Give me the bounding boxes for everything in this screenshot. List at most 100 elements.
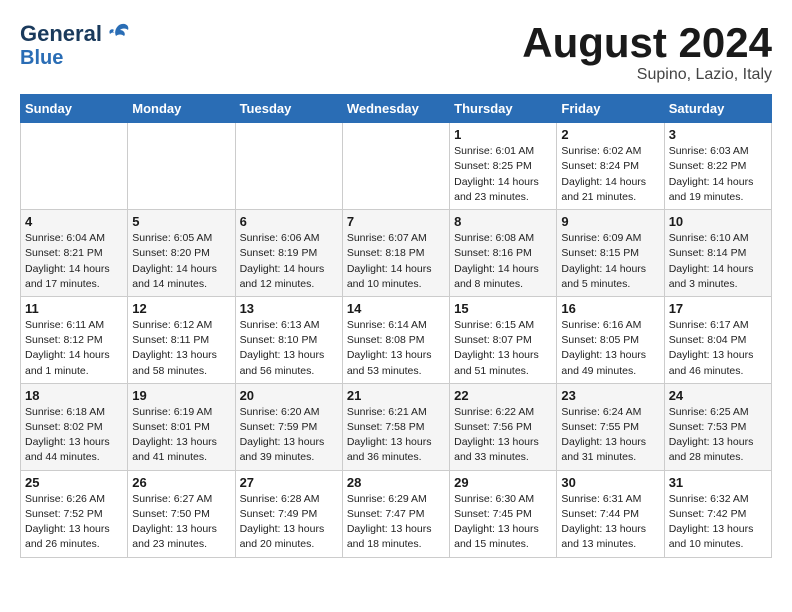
calendar-cell: 2Sunrise: 6:02 AM Sunset: 8:24 PM Daylig… — [557, 123, 664, 210]
day-number: 30 — [561, 475, 659, 490]
day-info: Sunrise: 6:01 AM Sunset: 8:25 PM Dayligh… — [454, 144, 552, 205]
weekday-header-friday: Friday — [557, 95, 664, 123]
day-number: 3 — [669, 127, 767, 142]
day-info: Sunrise: 6:21 AM Sunset: 7:58 PM Dayligh… — [347, 405, 445, 466]
calendar-cell: 25Sunrise: 6:26 AM Sunset: 7:52 PM Dayli… — [21, 470, 128, 557]
day-number: 11 — [25, 301, 123, 316]
day-info: Sunrise: 6:24 AM Sunset: 7:55 PM Dayligh… — [561, 405, 659, 466]
calendar-week-row: 11 Sunrise: 6:11 AM Sunset: 8:12 PM Dayli… — [21, 296, 772, 383]
day-info: Sunrise: 6:07 AM Sunset: 8:18 PM Dayligh… — [347, 231, 445, 292]
calendar-cell: 5 Sunrise: 6:05 AM Sunset: 8:20 PM Daylig… — [128, 210, 235, 297]
day-info: Sunrise: 6:31 AM Sunset: 7:44 PM Dayligh… — [561, 492, 659, 553]
day-number: 24 — [669, 388, 767, 403]
day-number: 12 — [132, 301, 230, 316]
calendar-cell: 19 Sunrise: 6:19 AM Sunset: 8:01 PM Dayli… — [128, 383, 235, 470]
day-number: 5 — [132, 214, 230, 229]
calendar-cell: 28 Sunrise: 6:29 AM Sunset: 7:47 PM Dayli… — [342, 470, 449, 557]
day-info: Sunrise: 6:09 AM Sunset: 8:15 PM Dayligh… — [561, 231, 659, 292]
day-number: 13 — [240, 301, 338, 316]
day-number: 17 — [669, 301, 767, 316]
day-number: 15 — [454, 301, 552, 316]
calendar-cell: 11 Sunrise: 6:11 AM Sunset: 8:12 PM Dayli… — [21, 296, 128, 383]
day-number: 21 — [347, 388, 445, 403]
calendar-cell: 7 Sunrise: 6:07 AM Sunset: 8:18 PM Daylig… — [342, 210, 449, 297]
calendar-cell: 8 Sunrise: 6:08 AM Sunset: 8:16 PM Daylig… — [450, 210, 557, 297]
day-info: Sunrise: 6:18 AM Sunset: 8:02 PM Dayligh… — [25, 405, 123, 466]
page-header: General Blue August 2024 Supino, Lazio, … — [20, 20, 772, 84]
day-number: 8 — [454, 214, 552, 229]
calendar-cell — [21, 123, 128, 210]
calendar-cell: 16Sunrise: 6:16 AM Sunset: 8:05 PM Dayli… — [557, 296, 664, 383]
calendar-header-row: SundayMondayTuesdayWednesdayThursdayFrid… — [21, 95, 772, 123]
day-info: Sunrise: 6:05 AM Sunset: 8:20 PM Dayligh… — [132, 231, 230, 292]
day-number: 29 — [454, 475, 552, 490]
calendar-cell — [235, 123, 342, 210]
calendar-cell: 3 Sunrise: 6:03 AM Sunset: 8:22 PM Daylig… — [664, 123, 771, 210]
calendar-cell: 10 Sunrise: 6:10 AM Sunset: 8:14 PM Dayli… — [664, 210, 771, 297]
calendar-cell: 24 Sunrise: 6:25 AM Sunset: 7:53 PM Dayli… — [664, 383, 771, 470]
calendar-cell: 1 Sunrise: 6:01 AM Sunset: 8:25 PM Daylig… — [450, 123, 557, 210]
weekday-header-wednesday: Wednesday — [342, 95, 449, 123]
day-number: 1 — [454, 127, 552, 142]
day-number: 4 — [25, 214, 123, 229]
day-info: Sunrise: 6:28 AM Sunset: 7:49 PM Dayligh… — [240, 492, 338, 553]
day-info: Sunrise: 6:19 AM Sunset: 8:01 PM Dayligh… — [132, 405, 230, 466]
day-info: Sunrise: 6:03 AM Sunset: 8:22 PM Dayligh… — [669, 144, 767, 205]
calendar-week-row: 4 Sunrise: 6:04 AM Sunset: 8:21 PM Daylig… — [21, 210, 772, 297]
day-info: Sunrise: 6:25 AM Sunset: 7:53 PM Dayligh… — [669, 405, 767, 466]
day-number: 25 — [25, 475, 123, 490]
calendar-cell: 22 Sunrise: 6:22 AM Sunset: 7:56 PM Dayli… — [450, 383, 557, 470]
weekday-header-monday: Monday — [128, 95, 235, 123]
day-number: 7 — [347, 214, 445, 229]
calendar-cell: 12 Sunrise: 6:12 AM Sunset: 8:11 PM Dayli… — [128, 296, 235, 383]
calendar-table: SundayMondayTuesdayWednesdayThursdayFrid… — [20, 94, 772, 557]
day-info: Sunrise: 6:08 AM Sunset: 8:16 PM Dayligh… — [454, 231, 552, 292]
calendar-cell: 17 Sunrise: 6:17 AM Sunset: 8:04 PM Dayli… — [664, 296, 771, 383]
day-number: 31 — [669, 475, 767, 490]
day-info: Sunrise: 6:29 AM Sunset: 7:47 PM Dayligh… — [347, 492, 445, 553]
day-number: 22 — [454, 388, 552, 403]
calendar-cell: 14 Sunrise: 6:14 AM Sunset: 8:08 PM Dayli… — [342, 296, 449, 383]
month-title: August 2024 — [522, 20, 772, 66]
calendar-cell: 21 Sunrise: 6:21 AM Sunset: 7:58 PM Dayli… — [342, 383, 449, 470]
calendar-cell: 27Sunrise: 6:28 AM Sunset: 7:49 PM Dayli… — [235, 470, 342, 557]
day-number: 19 — [132, 388, 230, 403]
weekday-header-tuesday: Tuesday — [235, 95, 342, 123]
weekday-header-saturday: Saturday — [664, 95, 771, 123]
day-number: 26 — [132, 475, 230, 490]
day-number: 9 — [561, 214, 659, 229]
day-info: Sunrise: 6:10 AM Sunset: 8:14 PM Dayligh… — [669, 231, 767, 292]
day-number: 16 — [561, 301, 659, 316]
day-number: 28 — [347, 475, 445, 490]
day-info: Sunrise: 6:27 AM Sunset: 7:50 PM Dayligh… — [132, 492, 230, 553]
day-info: Sunrise: 6:04 AM Sunset: 8:21 PM Dayligh… — [25, 231, 123, 292]
calendar-cell — [342, 123, 449, 210]
calendar-cell: 15 Sunrise: 6:15 AM Sunset: 8:07 PM Dayli… — [450, 296, 557, 383]
day-info: Sunrise: 6:15 AM Sunset: 8:07 PM Dayligh… — [454, 318, 552, 379]
calendar-week-row: 18Sunrise: 6:18 AM Sunset: 8:02 PM Dayli… — [21, 383, 772, 470]
day-number: 23 — [561, 388, 659, 403]
calendar-cell: 30 Sunrise: 6:31 AM Sunset: 7:44 PM Dayli… — [557, 470, 664, 557]
location: Supino, Lazio, Italy — [522, 66, 772, 84]
calendar-cell: 18Sunrise: 6:18 AM Sunset: 8:02 PM Dayli… — [21, 383, 128, 470]
day-info: Sunrise: 6:20 AM Sunset: 7:59 PM Dayligh… — [240, 405, 338, 466]
day-info: Sunrise: 6:14 AM Sunset: 8:08 PM Dayligh… — [347, 318, 445, 379]
day-info: Sunrise: 6:17 AM Sunset: 8:04 PM Dayligh… — [669, 318, 767, 379]
logo-text-blue: Blue — [20, 48, 63, 68]
calendar-cell: 9 Sunrise: 6:09 AM Sunset: 8:15 PM Daylig… — [557, 210, 664, 297]
logo-bird-icon — [104, 20, 132, 48]
day-info: Sunrise: 6:12 AM Sunset: 8:11 PM Dayligh… — [132, 318, 230, 379]
calendar-cell: 26 Sunrise: 6:27 AM Sunset: 7:50 PM Dayli… — [128, 470, 235, 557]
day-number: 14 — [347, 301, 445, 316]
calendar-cell: 6Sunrise: 6:06 AM Sunset: 8:19 PM Daylig… — [235, 210, 342, 297]
day-info: Sunrise: 6:06 AM Sunset: 8:19 PM Dayligh… — [240, 231, 338, 292]
day-number: 20 — [240, 388, 338, 403]
calendar-cell: 13Sunrise: 6:13 AM Sunset: 8:10 PM Dayli… — [235, 296, 342, 383]
day-number: 10 — [669, 214, 767, 229]
calendar-cell — [128, 123, 235, 210]
day-info: Sunrise: 6:22 AM Sunset: 7:56 PM Dayligh… — [454, 405, 552, 466]
day-info: Sunrise: 6:11 AM Sunset: 8:12 PM Dayligh… — [25, 318, 123, 379]
logo: General Blue — [20, 20, 132, 68]
calendar-cell: 23 Sunrise: 6:24 AM Sunset: 7:55 PM Dayli… — [557, 383, 664, 470]
logo-text-general: General — [20, 23, 102, 45]
